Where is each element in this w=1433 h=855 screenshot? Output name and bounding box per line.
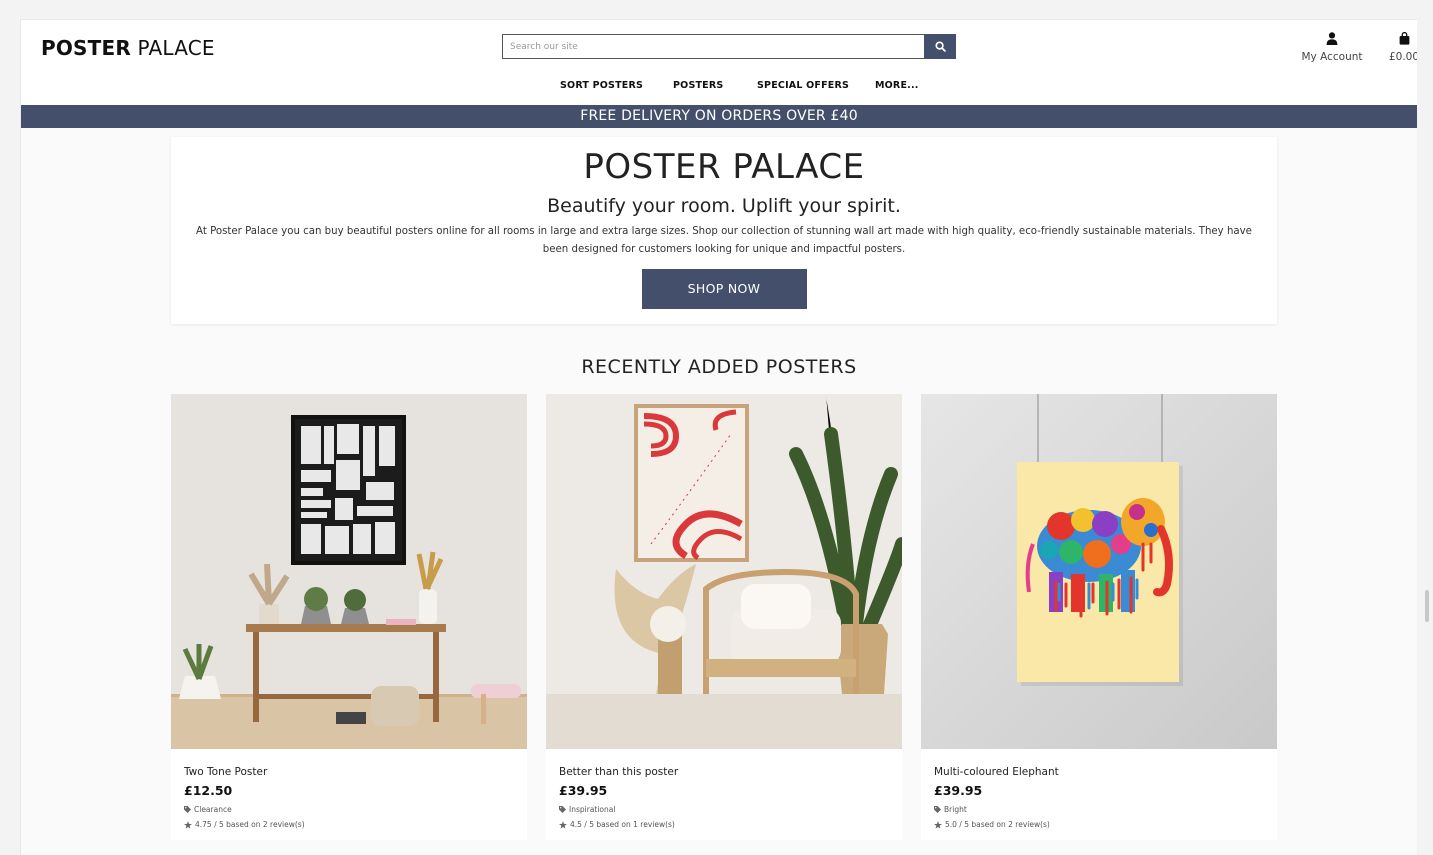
product-price: £39.95	[934, 783, 983, 798]
nav-posters[interactable]: POSTERS	[673, 80, 723, 91]
logo-text-light: PALACE	[137, 36, 215, 60]
nav-sort-posters[interactable]: SORT POSTERS	[560, 80, 643, 91]
product-category[interactable]: Clearance	[184, 805, 232, 814]
logo-text-bold: POSTER	[41, 36, 131, 60]
hero-title: POSTER PALACE	[583, 147, 865, 187]
product-price: £39.95	[559, 783, 608, 798]
scrollbar-thumb[interactable]	[1425, 590, 1429, 622]
shopping-bag-icon	[1399, 31, 1409, 45]
star-icon	[184, 820, 192, 829]
tag-icon	[559, 806, 566, 813]
hero-panel: POSTER PALACE Beautify your room. Uplift…	[171, 137, 1277, 324]
product-name[interactable]: Multi-coloured Elephant	[934, 766, 1059, 778]
product-rating: 4.75 / 5 based on 2 review(s)	[184, 820, 305, 829]
user-icon	[1326, 32, 1338, 45]
product-category-label: Clearance	[194, 805, 232, 814]
search-input[interactable]	[502, 34, 924, 59]
product-price: £12.50	[184, 783, 233, 798]
main-nav: SORT POSTERS POSTERS SPECIAL OFFERS MORE…	[21, 80, 1417, 94]
my-account-label: My Account	[1301, 51, 1363, 63]
delivery-banner: FREE DELIVERY ON ORDERS OVER £40	[21, 105, 1417, 128]
star-icon	[559, 820, 567, 829]
search-icon	[934, 41, 946, 52]
tag-icon	[184, 806, 191, 813]
product-rating: 5.0 / 5 based on 2 review(s)	[934, 820, 1050, 829]
star-icon	[934, 820, 942, 829]
hero-subtitle: Beautify your room. Uplift your spirit.	[547, 195, 901, 217]
product-card[interactable]: Two Tone Poster £12.50 Clearance 4.75 / …	[171, 394, 527, 840]
product-name[interactable]: Better than this poster	[559, 766, 678, 778]
product-image-multi-coloured-elephant[interactable]	[921, 394, 1277, 749]
hero-description: At Poster Palace you can buy beautiful p…	[196, 226, 1252, 255]
nav-more[interactable]: MORE...	[875, 80, 919, 91]
product-rating: 4.5 / 5 based on 1 review(s)	[559, 820, 675, 829]
product-card[interactable]: Better than this poster £39.95 Inspirati…	[546, 394, 902, 840]
search-form	[502, 34, 956, 59]
product-image-two-tone[interactable]	[171, 394, 527, 749]
product-category[interactable]: Inspirational	[559, 805, 615, 814]
product-rating-text: 5.0 / 5 based on 2 review(s)	[945, 820, 1050, 829]
product-rating-text: 4.5 / 5 based on 1 review(s)	[570, 820, 675, 829]
nav-special-offers[interactable]: SPECIAL OFFERS	[757, 80, 849, 91]
product-name[interactable]: Two Tone Poster	[184, 766, 267, 778]
bag-total: £0.00	[1388, 51, 1417, 63]
shopping-bag-link[interactable]: £0.00	[1384, 30, 1417, 63]
site-header: POSTER PALACE My Account	[21, 20, 1417, 105]
product-rating-text: 4.75 / 5 based on 2 review(s)	[195, 820, 305, 829]
product-card[interactable]: Multi-coloured Elephant £39.95 Bright 5.…	[921, 394, 1277, 840]
product-image-better-than-this[interactable]	[546, 394, 902, 749]
product-category-label: Bright	[944, 805, 967, 814]
tag-icon	[934, 806, 941, 813]
shop-now-button[interactable]: SHOP NOW	[641, 269, 807, 309]
page: POSTER PALACE My Account	[20, 19, 1417, 855]
my-account-link[interactable]: My Account	[1293, 30, 1371, 63]
site-logo[interactable]: POSTER PALACE	[41, 36, 215, 60]
recently-added-heading: RECENTLY ADDED POSTERS	[581, 356, 857, 378]
product-category-label: Inspirational	[569, 805, 616, 814]
product-category[interactable]: Bright	[934, 805, 967, 814]
search-button[interactable]	[924, 34, 956, 59]
